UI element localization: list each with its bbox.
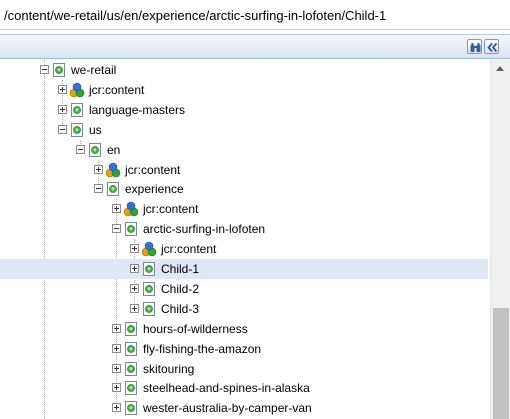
expand-icon[interactable] (58, 84, 67, 94)
page-icon (141, 261, 157, 277)
path-input[interactable] (4, 4, 504, 26)
path-bar (0, 0, 510, 30)
tree-node-label[interactable]: Child-1 (161, 262, 199, 276)
page-icon (123, 361, 139, 377)
page-icon (69, 102, 85, 118)
tree-node[interactable]: language-masters (0, 100, 488, 120)
tree-panel: we-retail jcr:content language-masters us en… (0, 60, 490, 419)
tree-node[interactable]: arctic-surfing-in-lofoten (0, 219, 488, 239)
page-icon (69, 122, 85, 138)
page-icon (123, 380, 139, 396)
jcr-content-icon (123, 201, 139, 217)
tree-node-label[interactable]: experience (125, 182, 184, 196)
tree-node-label[interactable]: us (89, 123, 102, 137)
binoculars-icon (470, 43, 481, 52)
collapse-panel-button[interactable] (484, 39, 499, 54)
tree-node[interactable]: Child-1 (0, 259, 488, 279)
tree-node-label[interactable]: jcr:content (89, 83, 144, 97)
tree-node[interactable]: Child-3 (0, 299, 488, 319)
tree-node[interactable]: jcr:content (0, 239, 488, 259)
tree-node-label[interactable]: steelhead-and-spines-in-alaska (143, 381, 310, 395)
expand-icon[interactable] (112, 323, 121, 333)
tree-node-label[interactable]: language-masters (89, 103, 185, 117)
tree-node[interactable]: skitouring (0, 359, 488, 379)
page-icon (123, 341, 139, 357)
page-icon (123, 221, 139, 237)
tree-node-label[interactable]: jcr:content (161, 242, 216, 256)
collapse-icon[interactable] (76, 144, 85, 154)
tree-node[interactable]: Child-2 (0, 279, 488, 299)
tree-node-label[interactable]: Child-2 (161, 282, 199, 296)
expand-icon[interactable] (112, 343, 121, 353)
tree-node-label[interactable]: hours-of-wilderness (143, 322, 248, 336)
collapse-icon[interactable] (94, 184, 103, 194)
scroll-up-arrow-icon[interactable] (496, 66, 504, 71)
expand-icon[interactable] (58, 104, 67, 114)
tree-node[interactable]: hours-of-wilderness (0, 319, 488, 339)
page-icon (105, 181, 121, 197)
tree-node[interactable]: jcr:content (0, 80, 488, 100)
tree-node[interactable]: we-retail (0, 60, 488, 80)
expand-icon[interactable] (130, 303, 139, 313)
tree-node[interactable]: jcr:content (0, 199, 488, 219)
tree-node-label[interactable]: en (107, 143, 120, 157)
expand-icon[interactable] (130, 283, 139, 293)
vertical-scrollbar[interactable] (490, 60, 510, 419)
expand-icon[interactable] (112, 383, 121, 393)
tree-node[interactable]: en (0, 140, 488, 160)
page-icon (123, 321, 139, 337)
tree-node-label[interactable]: skitouring (143, 362, 194, 376)
tree-node-label[interactable]: Child-3 (161, 302, 199, 316)
expand-icon[interactable] (112, 363, 121, 373)
collapse-icon[interactable] (112, 224, 121, 234)
expand-icon[interactable] (94, 164, 103, 174)
jcr-content-icon (105, 162, 121, 178)
tree-node-label[interactable]: wester-australia-by-camper-van (143, 401, 312, 415)
tree-node[interactable]: jcr:content (0, 160, 488, 180)
page-icon (123, 400, 139, 416)
tree-node[interactable]: experience (0, 179, 488, 199)
tree-node[interactable]: us (0, 120, 488, 140)
expand-icon[interactable] (130, 244, 139, 254)
binoculars-button[interactable] (467, 39, 482, 54)
expand-icon[interactable] (112, 204, 121, 214)
collapse-icon[interactable] (40, 65, 49, 74)
expand-icon[interactable] (130, 264, 139, 273)
tree-node[interactable]: wester-australia-by-camper-van (0, 398, 488, 418)
page-icon (87, 142, 103, 158)
tree-node-label[interactable]: arctic-surfing-in-lofoten (143, 222, 265, 236)
tree-node-label[interactable]: jcr:content (143, 202, 198, 216)
page-icon (141, 301, 157, 317)
tree-node[interactable]: steelhead-and-spines-in-alaska (0, 378, 488, 398)
double-chevron-left-icon (487, 42, 498, 53)
page-icon (51, 62, 67, 78)
collapse-icon[interactable] (58, 124, 67, 134)
jcr-content-icon (69, 82, 85, 98)
tree-node-label[interactable]: fly-fishing-the-amazon (143, 342, 261, 356)
tree-node-label[interactable]: we-retail (71, 63, 116, 77)
tree-toolbar (0, 34, 510, 59)
jcr-content-icon (141, 241, 157, 257)
expand-icon[interactable] (112, 403, 121, 413)
scrollbar-thumb[interactable] (493, 308, 509, 419)
page-icon (141, 281, 157, 297)
tree-node[interactable]: fly-fishing-the-amazon (0, 339, 488, 359)
tree-node-label[interactable]: jcr:content (125, 163, 180, 177)
